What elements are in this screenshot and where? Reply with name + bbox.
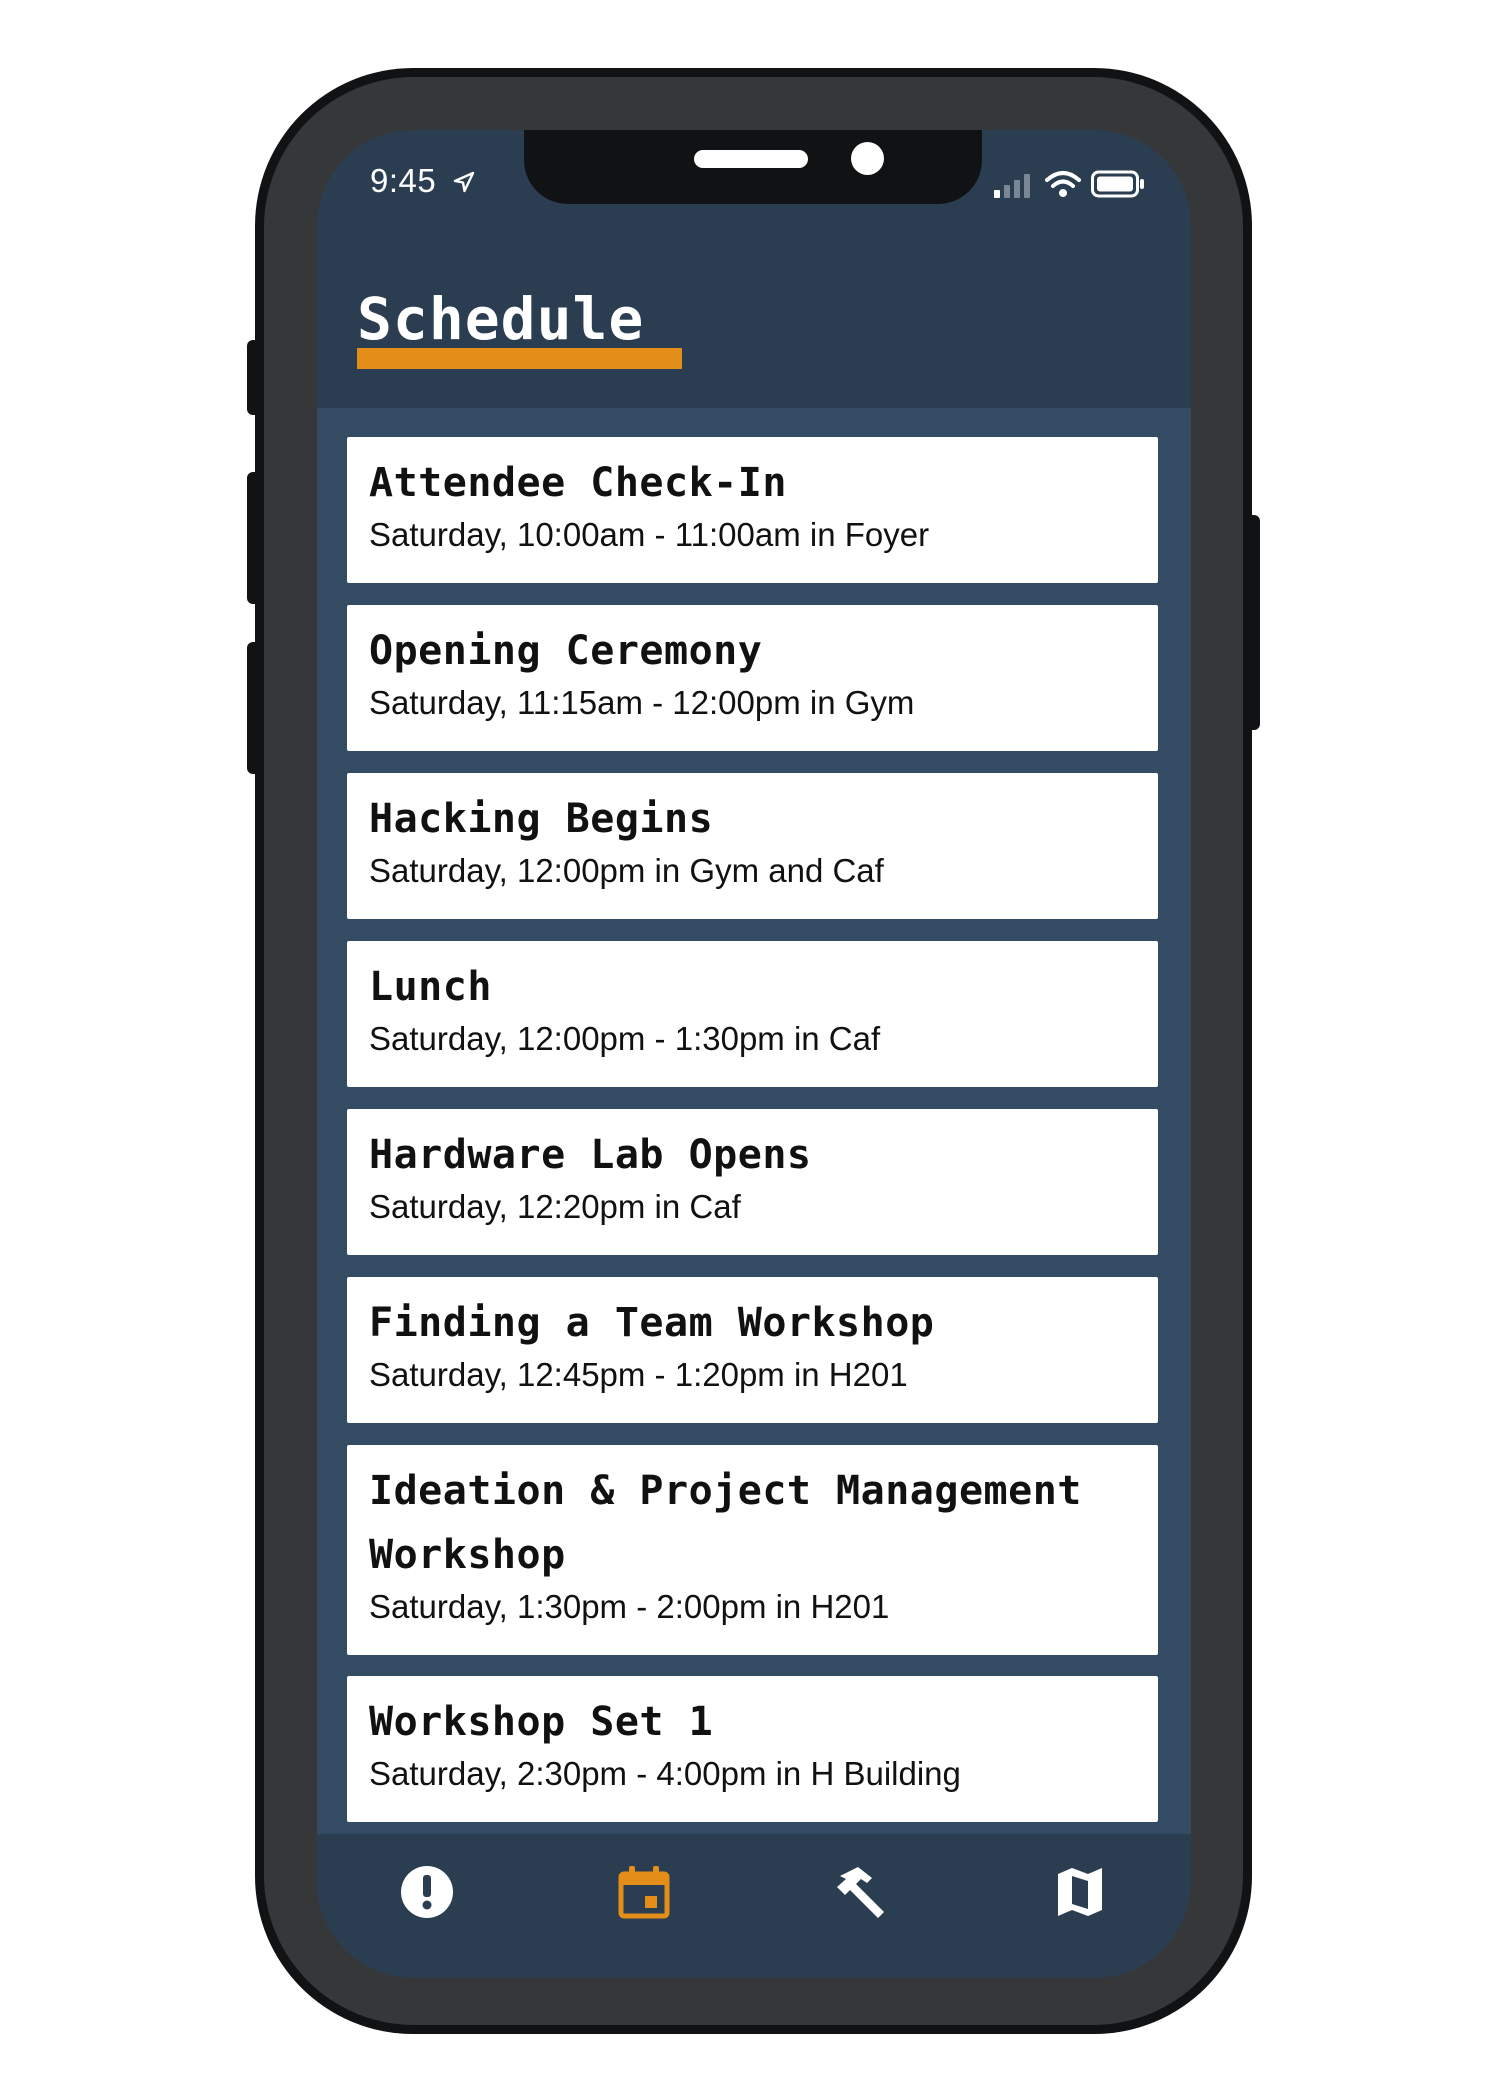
event-details: Saturday, 1:30pm - 2:00pm in H201 xyxy=(369,1588,890,1625)
event-details: Saturday, 12:00pm - 1:30pm in Caf xyxy=(369,1020,881,1057)
speaker-grille xyxy=(694,150,808,168)
front-camera xyxy=(851,142,884,175)
event-title: Hardware Lab Opens xyxy=(369,1132,812,1178)
event-title: Finding a Team Workshop xyxy=(369,1300,935,1346)
alert-icon[interactable] xyxy=(397,1862,457,1922)
list-item[interactable]: Opening Ceremony Saturday, 11:15am - 12:… xyxy=(347,605,1158,751)
status-time: 9:45 xyxy=(370,162,437,199)
list-item[interactable]: Ideation & Project Management Workshop S… xyxy=(347,1445,1158,1655)
event-details: Saturday, 12:00pm in Gym and Caf xyxy=(369,852,884,889)
event-details: Saturday, 10:00am - 11:00am in Foyer xyxy=(369,516,930,553)
page-title: Schedule xyxy=(357,285,645,353)
event-title: Workshop Set 1 xyxy=(369,1699,714,1745)
calendar-icon[interactable] xyxy=(614,1862,674,1922)
list-item[interactable]: Workshop Set 1 Saturday, 2:30pm - 4:00pm… xyxy=(347,1676,1158,1822)
bottom-tab-bar xyxy=(317,1834,1191,1978)
location-arrow-icon xyxy=(453,171,475,193)
list-item[interactable]: Hardware Lab Opens Saturday, 12:20pm in … xyxy=(347,1109,1158,1255)
list-item[interactable]: Finding a Team Workshop Saturday, 12:45p… xyxy=(347,1277,1158,1423)
page-title-container: Schedule xyxy=(357,285,682,369)
event-details: Saturday, 11:15am - 12:00pm in Gym xyxy=(369,684,915,721)
event-title: Hacking Begins xyxy=(369,796,714,842)
schedule-list[interactable]: Attendee Check-In Saturday, 10:00am - 11… xyxy=(317,408,1191,1834)
event-title: Attendee Check-In xyxy=(369,460,787,506)
list-item[interactable]: Hacking Begins Saturday, 12:00pm in Gym … xyxy=(347,773,1158,919)
notch xyxy=(524,130,982,204)
event-title: Ideation & Project Management Workshop xyxy=(369,1468,1082,1578)
event-details: Saturday, 12:20pm in Caf xyxy=(369,1188,741,1225)
cellular-signal-icon xyxy=(994,174,1030,198)
hammer-icon[interactable] xyxy=(832,1862,892,1922)
phone-screen: Schedule 9:45 Attendee Check-In Saturday… xyxy=(317,130,1191,1978)
event-details: Saturday, 12:45pm - 1:20pm in H201 xyxy=(369,1356,908,1393)
list-item[interactable]: Lunch Saturday, 12:00pm - 1:30pm in Caf xyxy=(347,941,1158,1087)
map-icon[interactable] xyxy=(1050,1862,1110,1922)
wifi-icon xyxy=(1045,171,1081,197)
battery-icon xyxy=(1091,170,1144,198)
event-title: Opening Ceremony xyxy=(369,628,763,674)
event-title: Lunch xyxy=(369,964,492,1010)
event-details: Saturday, 2:30pm - 4:00pm in H Building xyxy=(369,1755,961,1792)
list-item[interactable]: Attendee Check-In Saturday, 10:00am - 11… xyxy=(347,437,1158,583)
